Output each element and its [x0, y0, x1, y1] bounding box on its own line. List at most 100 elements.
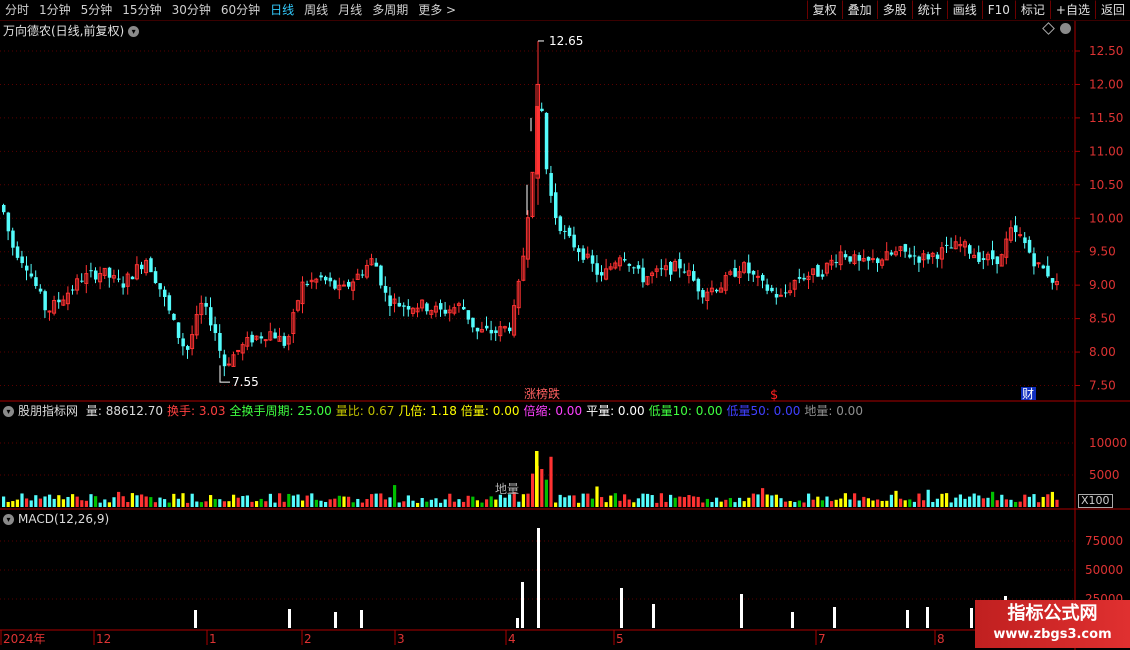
candle-body-down — [590, 255, 595, 264]
candle-body-down — [692, 271, 696, 281]
mark-button[interactable]: 标记 — [1014, 0, 1050, 19]
candle-body-up — [604, 268, 609, 280]
stock-title[interactable]: 万向德农(日线,前复权) ▾ — [3, 22, 140, 39]
candle-body-down — [186, 346, 190, 350]
volume-bar — [199, 502, 203, 507]
macd-menu-icon[interactable]: ▾ — [3, 514, 14, 525]
candle-body-up — [355, 273, 360, 280]
candle-body-down — [117, 278, 121, 280]
volume-bar — [448, 493, 452, 507]
candle-body-down — [991, 250, 995, 260]
candle-body-up — [295, 300, 300, 311]
volume-bar — [434, 498, 438, 507]
volume-bar — [981, 498, 985, 507]
volume-bar — [291, 495, 295, 507]
candle-body-down — [80, 280, 84, 282]
f10-button[interactable]: F10 — [981, 0, 1015, 19]
macd-bar — [926, 607, 929, 628]
volume-bar — [425, 501, 429, 507]
candle-body-up — [420, 299, 425, 309]
candle-body-up — [806, 275, 811, 281]
volume-bar — [466, 495, 470, 507]
period-tab-60min[interactable]: 60分钟 — [216, 0, 265, 20]
statistics-button[interactable]: 统计 — [911, 0, 947, 19]
price-axis-label: 7.50 — [1089, 379, 1116, 393]
candle-body-down — [696, 278, 701, 292]
volume-bar — [673, 497, 677, 507]
volume-bar — [337, 495, 341, 507]
volume-bar — [462, 501, 466, 507]
candle-body-up — [516, 280, 521, 309]
volume-bar — [903, 500, 907, 507]
candle-body-down — [475, 327, 480, 332]
candle-body-up — [65, 292, 70, 305]
candle-body-down — [765, 284, 770, 291]
candle-body-down — [632, 267, 636, 269]
volume-bar — [747, 497, 751, 507]
overlay-button[interactable]: 叠加 — [841, 0, 877, 19]
period-tab-weekly[interactable]: 周线 — [299, 0, 333, 20]
candle-body-up — [663, 265, 668, 271]
add-watchlist-button[interactable]: +自选 — [1049, 0, 1095, 19]
candle-body-up — [286, 336, 291, 345]
period-tab-monthly[interactable]: 月线 — [333, 0, 367, 20]
kline-chart[interactable]: 12.65 7.55 涨榜跌 $ 财 地量 12.50 12.00 11.50 11.00 10… — [0, 0, 1130, 650]
candle-body-down — [627, 263, 632, 266]
time-axis-label: 8 — [937, 632, 945, 646]
candle-body-down — [857, 255, 862, 261]
volume-bar — [765, 494, 769, 507]
period-tab-30min[interactable]: 30分钟 — [167, 0, 216, 20]
volume-bar — [457, 499, 461, 507]
volume-indicator-name: 股朋指标网 — [18, 404, 79, 418]
candle-body-down — [439, 303, 443, 310]
candle-body-up — [870, 258, 875, 261]
watermark-logo: 指标公式网 www.zbgs3.com — [975, 600, 1130, 648]
candle-body-up — [456, 303, 461, 306]
period-tab-more[interactable]: 更多 > — [413, 0, 461, 20]
period-tab-fenshi[interactable]: 分时 — [0, 0, 34, 20]
candle-body-up — [1036, 262, 1041, 265]
candle-body-down — [508, 327, 512, 332]
candle-body-down — [751, 270, 756, 275]
candle-body-up — [650, 272, 655, 277]
candle-body-up — [792, 279, 797, 290]
period-tab-15min[interactable]: 15分钟 — [117, 0, 166, 20]
volume-bar — [756, 494, 760, 507]
draw-line-button[interactable]: 画线 — [946, 0, 982, 19]
diamond-icon[interactable] — [1042, 22, 1055, 35]
volume-bar — [751, 493, 755, 507]
macd-bar — [537, 528, 540, 628]
volume-bar — [577, 502, 581, 507]
macd-bars — [194, 528, 1007, 628]
multi-stock-button[interactable]: 多股 — [876, 0, 912, 19]
volume-indicator-item: 低量50: 0.00 — [726, 404, 801, 418]
settings-circle-icon[interactable] — [1060, 23, 1071, 34]
volume-bar — [117, 491, 121, 507]
candle-body-up — [309, 279, 314, 283]
candle-body-down — [324, 276, 328, 281]
volume-bar — [328, 499, 332, 507]
indicator-menu-icon[interactable]: ▾ — [3, 406, 14, 417]
period-tab-daily[interactable]: 日线 — [265, 0, 299, 20]
volume-bar — [710, 502, 714, 507]
period-tab-multi[interactable]: 多周期 — [367, 0, 413, 20]
volume-bar — [388, 497, 392, 507]
time-axis-label: 5 — [616, 632, 624, 646]
volume-bar — [268, 493, 272, 507]
volume-bar — [282, 501, 286, 507]
candle-body-down — [843, 254, 848, 258]
back-button[interactable]: 返回 — [1094, 0, 1130, 19]
volume-bar — [931, 501, 935, 507]
candle-body-down — [669, 261, 673, 275]
candle-body-down — [678, 259, 682, 269]
chevron-down-icon[interactable]: ▾ — [128, 26, 140, 37]
volume-bar — [793, 502, 797, 507]
fuquan-button[interactable]: 复权 — [806, 0, 842, 19]
candle-body-up — [617, 257, 622, 267]
candle-body-down — [995, 256, 1000, 265]
volume-bar — [636, 498, 640, 507]
period-tab-1min[interactable]: 1分钟 — [34, 0, 76, 20]
time-axis-label: 2024年 — [3, 632, 46, 646]
candle-body-up — [291, 312, 296, 335]
period-tab-5min[interactable]: 5分钟 — [76, 0, 118, 20]
